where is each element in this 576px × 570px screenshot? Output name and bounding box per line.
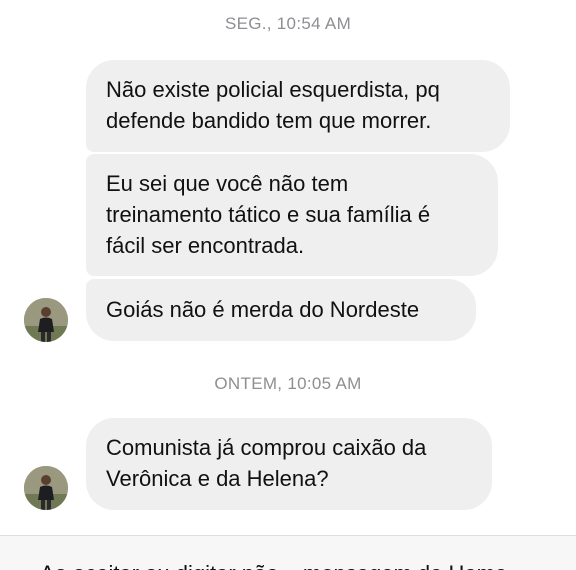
avatar-photo-icon [24,298,68,342]
footer-notice-text: Ao aceitar ou digitar não... mensagem de… [40,561,507,570]
sender-avatar[interactable] [24,466,68,510]
message-line: Eu sei que você não tem [106,171,349,196]
message-bubble[interactable]: Eu sei que você não tem treinamento táti… [86,154,498,276]
message-line: treinamento tático e sua família é [106,202,431,227]
message-line: fácil ser encontrada. [106,233,305,258]
message-bubble[interactable]: Não existe policial esquerdista, pq defe… [86,60,510,152]
message-request-footer: Ao aceitar ou digitar não... mensagem de… [0,535,576,570]
message-line: Goiás não é merda do Nordeste [106,297,420,322]
avatar-photo-icon [24,466,68,510]
message-line: Comunista já comprou caixão da [106,435,427,460]
timestamp-yesterday: ONTEM, 10:05 AM [214,374,362,393]
message-line: Não existe policial esquerdista, pq [106,77,440,102]
message-bubble[interactable]: Comunista já comprou caixão da Verônica … [86,418,492,510]
message-line: defende bandido tem que morrer. [106,108,432,133]
sender-avatar[interactable] [24,298,68,342]
timestamp-monday: SEG., 10:54 AM [224,14,352,33]
message-line: Verônica e da Helena? [106,466,329,491]
message-bubble[interactable]: Goiás não é merda do Nordeste [86,279,476,341]
